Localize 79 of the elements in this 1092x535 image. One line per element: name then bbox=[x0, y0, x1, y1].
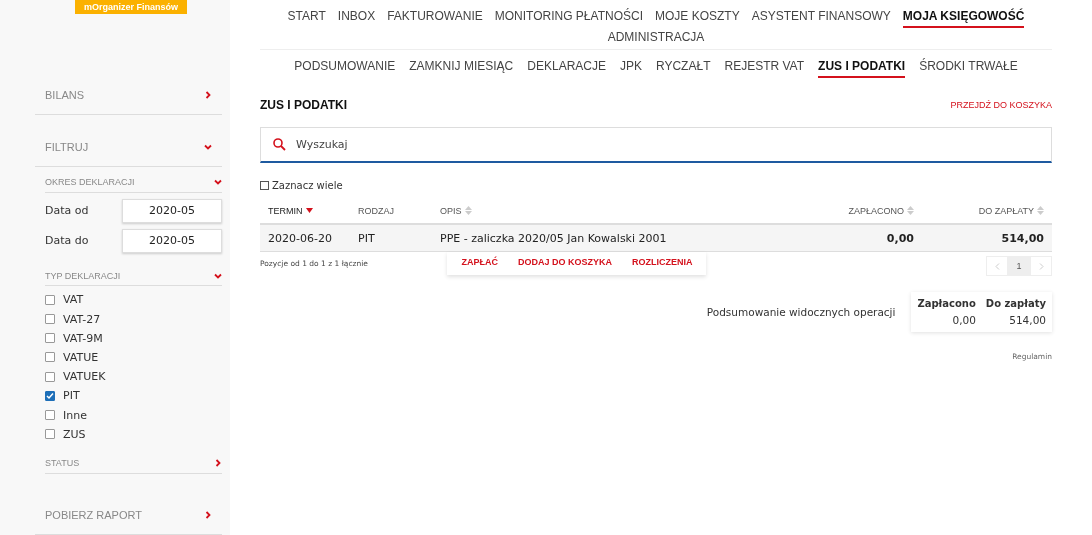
chevron-down-icon[interactable] bbox=[214, 178, 222, 187]
table-cell-text: 514,00 bbox=[1000, 231, 1045, 245]
checkbox[interactable] bbox=[45, 429, 55, 440]
column-header[interactable]: TERMIN bbox=[260, 205, 350, 216]
sort-desc-icon[interactable] bbox=[305, 208, 313, 213]
summary-label: Podsumowanie widocznych operacji bbox=[706, 306, 896, 318]
sub-nav-tab[interactable]: DEKLARACJE bbox=[527, 58, 606, 78]
column-header[interactable]: RODZAJ bbox=[350, 205, 432, 216]
table-cell-text: 2020-06-20 bbox=[267, 231, 333, 245]
sub-nav-tab[interactable]: RYCZAŁT bbox=[656, 58, 711, 78]
nav-tab[interactable]: FAKTUROWANIE bbox=[387, 8, 483, 28]
chevron-right-icon[interactable] bbox=[204, 91, 212, 100]
checkbox[interactable] bbox=[45, 410, 55, 421]
chevron-right-icon[interactable] bbox=[204, 510, 212, 519]
table-cell-text: 0,00 bbox=[885, 231, 915, 245]
checkbox[interactable] bbox=[260, 180, 269, 190]
checkbox[interactable] bbox=[45, 352, 55, 363]
column-header[interactable]: ZAPŁACONO bbox=[772, 205, 922, 216]
checkbox[interactable] bbox=[45, 371, 55, 382]
checkbox[interactable] bbox=[45, 314, 55, 324]
filter-heading[interactable]: OKRES DEKLARACJI bbox=[45, 177, 135, 188]
checkbox-label: VAT-9M bbox=[63, 331, 103, 345]
column-header[interactable]: DO ZAPŁATY bbox=[922, 205, 1052, 216]
nav-tab[interactable]: ASYSTENT FINANSOWY bbox=[751, 8, 891, 28]
chevron-right-icon[interactable] bbox=[214, 459, 222, 468]
table-cell-text: PIT bbox=[357, 231, 376, 245]
section-label[interactable]: POBIERZ RAPORT bbox=[45, 508, 142, 521]
sub-nav-tab[interactable]: ZUS I PODATKI bbox=[818, 58, 906, 78]
nav-tab[interactable]: MONITORING PŁATNOŚCI bbox=[494, 8, 643, 28]
checkbox[interactable] bbox=[45, 333, 55, 344]
checkbox-label: Inne bbox=[63, 408, 87, 422]
date-field[interactable]: 2020-05 bbox=[122, 198, 222, 223]
sort-icon[interactable] bbox=[464, 206, 472, 215]
page-button[interactable]: 1 bbox=[1008, 256, 1030, 276]
filter-heading[interactable]: TYP DEKLARACJI bbox=[45, 270, 121, 281]
brand-badge: mOrganizer Finansów bbox=[75, 0, 188, 14]
nav-tab[interactable]: ADMINISTRACJA bbox=[607, 28, 705, 49]
chevron-left-icon bbox=[994, 262, 1000, 270]
summary-value: 0,00 bbox=[951, 314, 976, 326]
date-field[interactable]: 2020-05 bbox=[122, 228, 222, 253]
action-link[interactable]: DODAJ DO KOSZYKA bbox=[517, 257, 612, 267]
checkbox-label: VAT-27 bbox=[63, 312, 101, 326]
search-icon bbox=[273, 138, 286, 151]
chevron-down-icon[interactable] bbox=[214, 271, 222, 280]
sub-nav-tab[interactable]: PODSUMOWANIE bbox=[294, 58, 396, 78]
checkbox[interactable] bbox=[45, 390, 55, 401]
column-header[interactable]: OPIS bbox=[432, 205, 772, 216]
search-bar[interactable]: Wyszukaj bbox=[260, 127, 1052, 163]
sub-nav-tab[interactable]: REJESTR VAT bbox=[724, 58, 805, 78]
nav-tab[interactable]: MOJE KOSZTY bbox=[655, 8, 740, 28]
action-link[interactable]: ZAPŁAĆ bbox=[461, 257, 498, 267]
nav-tab[interactable]: INBOX bbox=[337, 8, 376, 28]
summary-header: Zapłacono bbox=[917, 298, 976, 309]
table-cell-text: PPE - zaliczka 2020/05 Jan Kowalski 2001 bbox=[439, 231, 668, 245]
summary-header: Do zapłaty bbox=[985, 298, 1046, 309]
action-link[interactable]: ROZLICZENIA bbox=[631, 257, 693, 267]
nav-tab[interactable]: START bbox=[287, 8, 326, 28]
section-label[interactable]: FILTRUJ bbox=[45, 140, 89, 153]
chevron-right-icon bbox=[1038, 262, 1044, 270]
sub-nav-tab[interactable]: ZAMKNIJ MIESIĄC bbox=[409, 58, 514, 78]
checkbox-label: PIT bbox=[63, 389, 80, 403]
sub-nav-tab[interactable]: ŚRODKI TRWAŁE bbox=[919, 58, 1018, 78]
cart-link[interactable]: PRZEJDŹ DO KOSZYKA bbox=[950, 99, 1052, 110]
summary-value: 514,00 bbox=[1008, 314, 1046, 326]
filter-heading[interactable]: STATUS bbox=[45, 458, 80, 469]
checkbox-label: ZUS bbox=[63, 427, 86, 441]
checkbox-label: VATUE bbox=[63, 350, 99, 364]
nav-tab[interactable]: MOJA KSIĘGOWOŚĆ bbox=[902, 8, 1025, 28]
checkbox-label: VAT bbox=[63, 293, 84, 307]
sort-icon[interactable] bbox=[1037, 206, 1044, 215]
page-title: ZUS I PODATKI bbox=[260, 97, 348, 112]
checkbox[interactable] bbox=[45, 294, 55, 305]
checkbox-label: VATUEK bbox=[63, 370, 106, 384]
checkbox-label: Zaznacz wiele bbox=[272, 179, 343, 191]
sort-icon[interactable] bbox=[907, 206, 914, 215]
field-label: Data do bbox=[45, 234, 89, 248]
chevron-down-icon[interactable] bbox=[204, 142, 212, 151]
sub-nav-tab[interactable]: JPK bbox=[620, 58, 642, 78]
field-label: Data od bbox=[45, 204, 89, 218]
